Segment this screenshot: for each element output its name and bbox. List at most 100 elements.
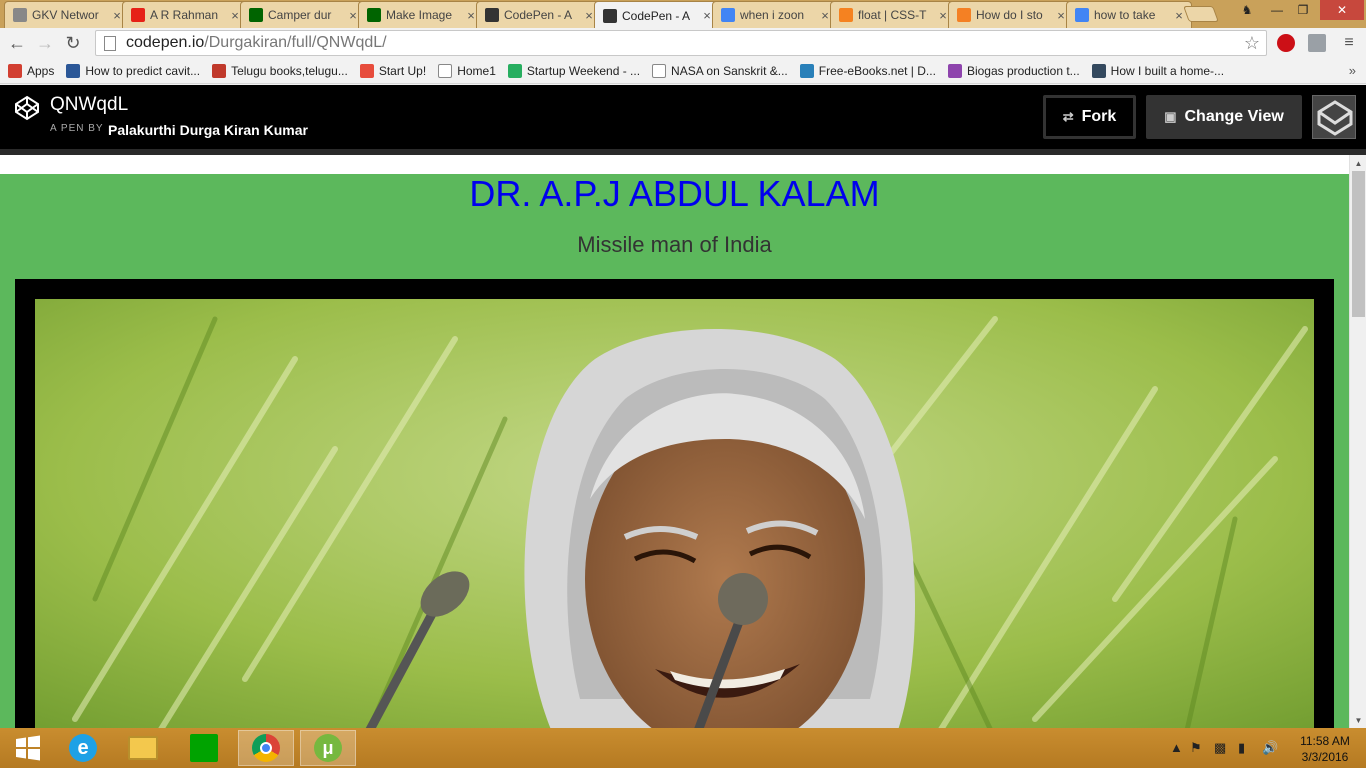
network-icon[interactable]: ▩ bbox=[1214, 740, 1226, 756]
page-icon bbox=[438, 63, 453, 78]
user-icon[interactable]: ♞ bbox=[1234, 0, 1260, 20]
maximize-button[interactable]: ❐ bbox=[1290, 0, 1316, 20]
browser-tab[interactable]: CodePen - A × bbox=[476, 1, 602, 28]
power-icon[interactable]: ▮ bbox=[1238, 740, 1245, 756]
site-icon bbox=[1091, 63, 1106, 78]
browser-tab[interactable]: A R Rahman × bbox=[122, 1, 248, 28]
file-explorer-icon[interactable] bbox=[115, 730, 171, 766]
tab-title: when i zoon bbox=[740, 8, 805, 22]
page-icon bbox=[104, 35, 116, 51]
bookmark-label: How to predict cavit... bbox=[85, 63, 201, 78]
bookmark-item[interactable]: Biogas production t... bbox=[942, 63, 1086, 78]
view-icon: ▣ bbox=[1164, 109, 1177, 124]
tab-title: CodePen - A bbox=[504, 8, 573, 22]
bookmarks-bar: Apps How to predict cavit... Telugu books,… bbox=[0, 58, 1366, 84]
bookmark-item[interactable]: How to predict cavit... bbox=[60, 63, 206, 78]
bookmark-label: Start Up! bbox=[378, 63, 427, 78]
start-button[interactable] bbox=[0, 730, 56, 766]
pen-title: QNWqdL bbox=[50, 94, 129, 115]
browser-tab[interactable]: How do I sto × bbox=[948, 1, 1074, 28]
bookmark-label: NASA on Sanskrit &... bbox=[671, 63, 788, 78]
page-background: DR. A.P.J ABDUL KALAM Missile man of Ind… bbox=[0, 174, 1349, 728]
bookmark-item[interactable]: Free-eBooks.net | D... bbox=[794, 63, 942, 78]
fork-label: Fork bbox=[1081, 108, 1117, 125]
tab-title: Camper dur bbox=[268, 8, 332, 22]
codepen-logo-icon[interactable] bbox=[14, 95, 40, 121]
browser-tab[interactable]: float | CSS-T × bbox=[830, 1, 956, 28]
page-icon bbox=[13, 8, 27, 22]
pen-author-link[interactable]: Palakurthi Durga Kiran Kumar bbox=[108, 122, 308, 138]
bookmark-label: Free-eBooks.net | D... bbox=[818, 63, 936, 78]
tab-title: A R Rahman bbox=[150, 8, 219, 22]
site-icon bbox=[947, 63, 962, 78]
apps-grid-icon bbox=[8, 63, 22, 78]
stackoverflow-icon bbox=[957, 8, 971, 22]
clock-time: 11:58 AM bbox=[1300, 734, 1350, 748]
extension-icon[interactable] bbox=[1308, 34, 1326, 52]
scroll-thumb[interactable] bbox=[1352, 171, 1365, 317]
minimize-button[interactable]: — bbox=[1264, 0, 1290, 20]
bookmark-item[interactable]: Startup Weekend - ... bbox=[502, 63, 646, 78]
browser-tab[interactable]: GKV Networ × bbox=[4, 1, 130, 28]
store-icon[interactable] bbox=[176, 730, 232, 766]
volume-icon[interactable]: 🔊 bbox=[1262, 740, 1278, 756]
change-view-label: Change View bbox=[1184, 108, 1284, 125]
windows-taskbar: e μ ▲ ⚑ ▩ ▮ 🔊 11:58 AM 3/3/2016 bbox=[0, 728, 1366, 768]
bookmark-label: Biogas production t... bbox=[966, 63, 1080, 78]
bookmark-item[interactable]: Telugu books,telugu... bbox=[206, 63, 354, 78]
bookmark-label: Startup Weekend - ... bbox=[526, 63, 641, 78]
new-tab-button[interactable] bbox=[1183, 6, 1219, 22]
close-window-button[interactable]: ✕ bbox=[1320, 0, 1364, 20]
bookmark-item[interactable]: NASA on Sanskrit &... bbox=[646, 63, 794, 78]
codepen-icon bbox=[485, 8, 499, 22]
clock-date: 3/3/2016 bbox=[1301, 750, 1349, 764]
address-bar[interactable]: codepen.io/Durgakiran/full/QNWqdL/ ☆ bbox=[95, 30, 1267, 56]
internet-explorer-icon[interactable]: e bbox=[55, 730, 111, 766]
back-icon[interactable]: ← bbox=[6, 32, 28, 54]
startup-weekend-icon bbox=[507, 63, 522, 78]
bookmark-star-icon[interactable]: ☆ bbox=[1244, 33, 1260, 54]
scroll-down-icon[interactable]: ▼ bbox=[1350, 712, 1366, 728]
opera-extension-icon[interactable] bbox=[1277, 34, 1295, 52]
bookmark-item[interactable]: Apps bbox=[2, 63, 60, 78]
action-center-flag-icon[interactable]: ⚑ bbox=[1190, 740, 1202, 756]
bookmark-label: Telugu books,telugu... bbox=[231, 63, 348, 78]
bookmark-item[interactable]: Start Up! bbox=[354, 63, 432, 78]
reload-icon[interactable]: ↻ bbox=[62, 32, 84, 54]
tab-title: Make Image bbox=[386, 8, 453, 22]
change-view-button[interactable]: ▣ Change View bbox=[1146, 95, 1302, 139]
tab-strip: GKV Networ × A R Rahman × Camper dur × Make Im… bbox=[0, 0, 1366, 29]
windows-logo-icon bbox=[16, 735, 40, 761]
browser-tab[interactable]: how to take × bbox=[1066, 1, 1192, 28]
fcc-icon bbox=[367, 8, 381, 22]
browser-tab[interactable]: when i zoon × bbox=[712, 1, 838, 28]
ebook-icon bbox=[799, 63, 814, 78]
bookmark-item[interactable]: Home1 bbox=[432, 63, 502, 78]
google-icon bbox=[721, 8, 735, 22]
chrome-taskbar-icon[interactable] bbox=[238, 730, 294, 766]
pen-preview: DR. A.P.J ABDUL KALAM Missile man of Ind… bbox=[0, 155, 1349, 728]
fork-button[interactable]: ⇄ Fork bbox=[1043, 95, 1136, 139]
youtube-icon bbox=[131, 8, 145, 22]
bookmark-item[interactable]: How I built a home-... bbox=[1086, 63, 1230, 78]
portrait-image bbox=[35, 299, 1314, 728]
codepen-icon bbox=[603, 8, 617, 23]
browser-tab[interactable]: CodePen - A × bbox=[594, 1, 720, 29]
scroll-up-icon[interactable]: ▲ bbox=[1350, 155, 1366, 171]
page-scrollbar[interactable]: ▲ ▼ bbox=[1349, 155, 1366, 728]
fork-icon: ⇄ bbox=[1062, 109, 1074, 124]
page-subheading: Missile man of India bbox=[577, 232, 772, 257]
user-avatar[interactable] bbox=[1312, 95, 1356, 139]
tab-title: how to take bbox=[1094, 8, 1156, 22]
system-clock[interactable]: 11:58 AM 3/3/2016 bbox=[1290, 733, 1360, 765]
bookmarks-overflow-icon[interactable]: » bbox=[1349, 63, 1356, 78]
browser-tab[interactable]: Camper dur × bbox=[240, 1, 366, 28]
show-hidden-icons-icon[interactable]: ▲ bbox=[1170, 740, 1183, 755]
browser-tab[interactable]: Make Image × bbox=[358, 1, 484, 28]
site-icon bbox=[66, 63, 81, 78]
url-path: /Durgakiran/full/QNWqdL/ bbox=[204, 34, 387, 51]
utorrent-icon[interactable]: μ bbox=[300, 730, 356, 766]
menu-icon[interactable]: ≡ bbox=[1338, 32, 1360, 54]
browser-toolbar: ← → ↻ codepen.io/Durgakiran/full/QNWqdL/… bbox=[0, 28, 1366, 58]
forward-icon[interactable]: → bbox=[34, 32, 56, 54]
